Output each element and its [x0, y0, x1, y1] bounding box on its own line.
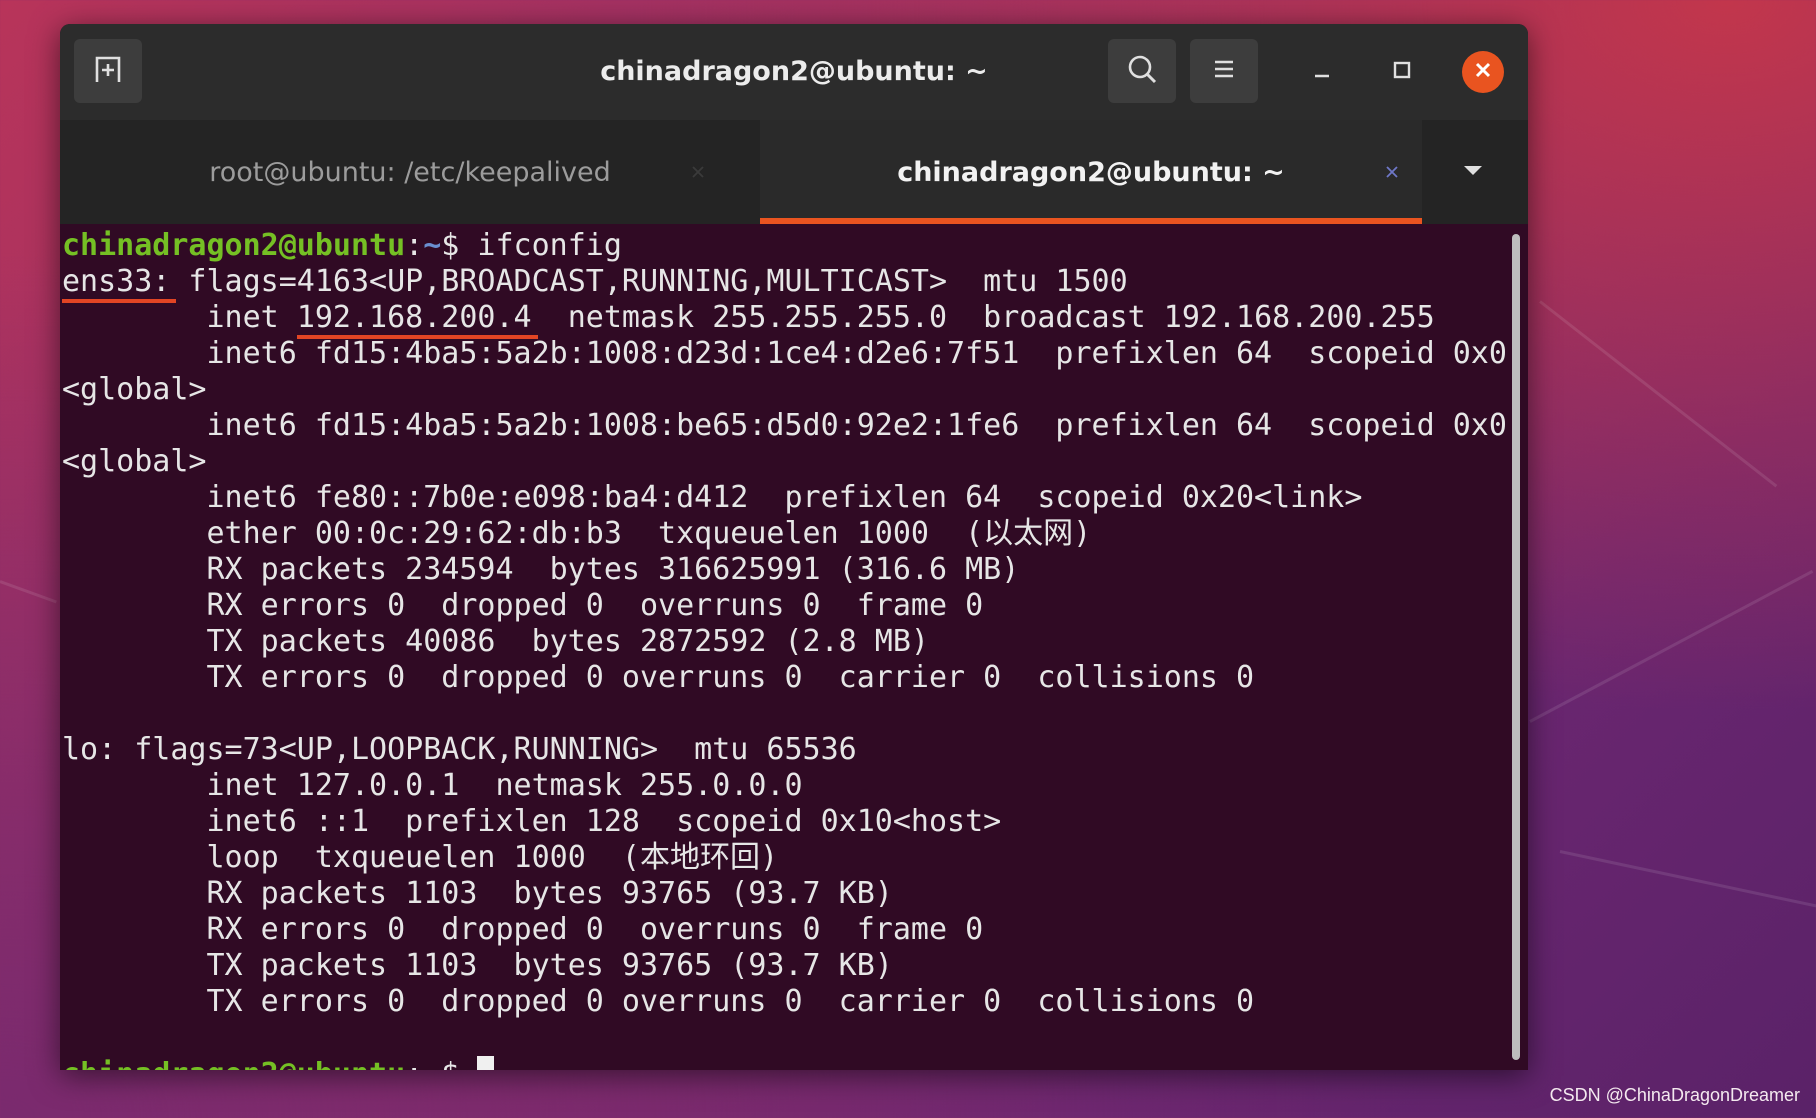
ens33-flags-line: ens33: flags=4163<UP,BROADCAST,RUNNING,M… — [62, 264, 1502, 300]
tab-label: root@ubuntu: /etc/keepalived — [209, 156, 611, 188]
prompt-directory: ~ — [423, 1057, 441, 1070]
ens33-tx-packets: TX packets 40086 bytes 2872592 (2.8 MB) — [62, 624, 929, 659]
ens33-tx-errors: TX errors 0 dropped 0 overruns 0 carrier… — [62, 660, 1255, 695]
menu-button[interactable] — [1190, 39, 1258, 103]
chevron-down-icon — [1461, 162, 1485, 182]
close-icon — [1472, 59, 1494, 85]
watermark: CSDN @ChinaDragonDreamer — [1549, 1085, 1800, 1105]
terminal-window: chinadragon2@ubuntu: ~ root@ubuntu: /etc… — [60, 24, 1528, 1070]
lo-rx-packets: RX packets 1103 bytes 93765 (93.7 KB) — [62, 876, 893, 911]
ens33-rx-packets: RX packets 234594 bytes 316625991 (316.6… — [62, 552, 1020, 587]
maximize-icon — [1390, 58, 1414, 86]
ens33-ether-line: ether 00:0c:29:62:db:b3 txqueuelen 1000 … — [62, 516, 1092, 551]
lo-inet6-line: inet6 ::1 prefixlen 128 scopeid 0x10<hos… — [62, 804, 1002, 839]
ens33-inet-rest: netmask 255.255.255.0 broadcast 192.168.… — [531, 300, 1435, 335]
prompt-directory: ~ — [423, 228, 442, 263]
ens33-ip-address: 192.168.200.4 — [296, 300, 532, 335]
tab-list-button[interactable] — [1448, 152, 1498, 192]
ens33-rx-errors: RX errors 0 dropped 0 overruns 0 frame 0 — [62, 588, 984, 623]
close-icon — [689, 157, 707, 188]
text-cursor — [477, 1056, 495, 1070]
prompt-symbol: $ — [441, 228, 478, 263]
ens33-inet-prefix: inet — [62, 300, 297, 335]
wallpaper-streak — [1529, 569, 1814, 723]
prompt-separator: : — [405, 228, 424, 263]
ens33-interface-name: ens33: — [62, 264, 171, 299]
minimize-button[interactable] — [1302, 52, 1342, 92]
prompt-user: chinadragon2@ubuntu — [62, 1057, 405, 1070]
tab-label: chinadragon2@ubuntu: ~ — [897, 156, 1285, 188]
minimize-icon — [1310, 58, 1334, 86]
ens33-flags: flags=4163<UP,BROADCAST,RUNNING,MULTICAS… — [170, 264, 1128, 299]
prompt-separator: : — [405, 1057, 423, 1070]
close-icon — [1383, 157, 1401, 188]
ens33-inet6-line: inet6 fd15:4ba5:5a2b:1008:be65:d5d0:92e2… — [62, 408, 1507, 443]
prompt-user: chinadragon2@ubuntu — [62, 228, 406, 263]
wallpaper-streak — [1539, 300, 1778, 488]
wallpaper-streak — [1559, 850, 1816, 912]
hamburger-menu-icon — [1209, 54, 1239, 88]
lo-loop-line: loop txqueuelen 1000 (本地环回) — [62, 840, 779, 875]
lo-tx-errors: TX errors 0 dropped 0 overruns 0 carrier… — [62, 984, 1255, 1019]
command-text: ifconfig — [477, 228, 622, 263]
prompt-symbol: $ — [441, 1057, 477, 1070]
tab-chinadragon2[interactable]: chinadragon2@ubuntu: ~ — [760, 120, 1422, 224]
new-tab-icon — [91, 52, 125, 90]
terminal-scrollbar[interactable] — [1512, 234, 1520, 1060]
terminal-output[interactable]: chinadragon2@ubuntu:~$ ifconfig ens33: f… — [60, 224, 1507, 1070]
ens33-inet6-line: inet6 fe80::7b0e:e098:ba4:d412 prefixlen… — [62, 480, 1363, 515]
lo-flags-line: lo: flags=73<UP,LOOPBACK,RUNNING> mtu 65… — [62, 732, 857, 767]
title-bar[interactable]: chinadragon2@ubuntu: ~ — [60, 24, 1528, 120]
close-window-button[interactable] — [1462, 51, 1504, 93]
ens33-inet6-wrap: <global> — [62, 444, 207, 479]
tab-bar: root@ubuntu: /etc/keepalived chinadragon… — [60, 120, 1528, 224]
command-line: chinadragon2@ubuntu:~$ ifconfig — [62, 228, 1502, 264]
lo-inet-line: inet 127.0.0.1 netmask 255.0.0.0 — [62, 768, 803, 803]
ens33-inet6-line: inet6 fd15:4ba5:5a2b:1008:d23d:1ce4:d2e6… — [62, 336, 1507, 371]
search-button[interactable] — [1108, 39, 1176, 103]
tab-root-keepalived[interactable]: root@ubuntu: /etc/keepalived — [60, 120, 760, 224]
lo-tx-packets: TX packets 1103 bytes 93765 (93.7 KB) — [62, 948, 893, 983]
new-tab-button[interactable] — [74, 39, 142, 103]
tab-close-button[interactable] — [680, 154, 716, 190]
ens33-inet-line: inet 192.168.200.4 netmask 255.255.255.0… — [62, 300, 1502, 336]
current-prompt-line[interactable]: chinadragon2@ubuntu:~$ — [62, 1056, 1502, 1070]
wallpaper-streak — [0, 580, 57, 604]
search-icon — [1125, 52, 1159, 90]
maximize-button[interactable] — [1382, 52, 1422, 92]
lo-rx-errors: RX errors 0 dropped 0 overruns 0 frame 0 — [62, 912, 984, 947]
tab-close-button[interactable] — [1374, 154, 1410, 190]
ens33-inet6-wrap: <global> — [62, 372, 207, 407]
